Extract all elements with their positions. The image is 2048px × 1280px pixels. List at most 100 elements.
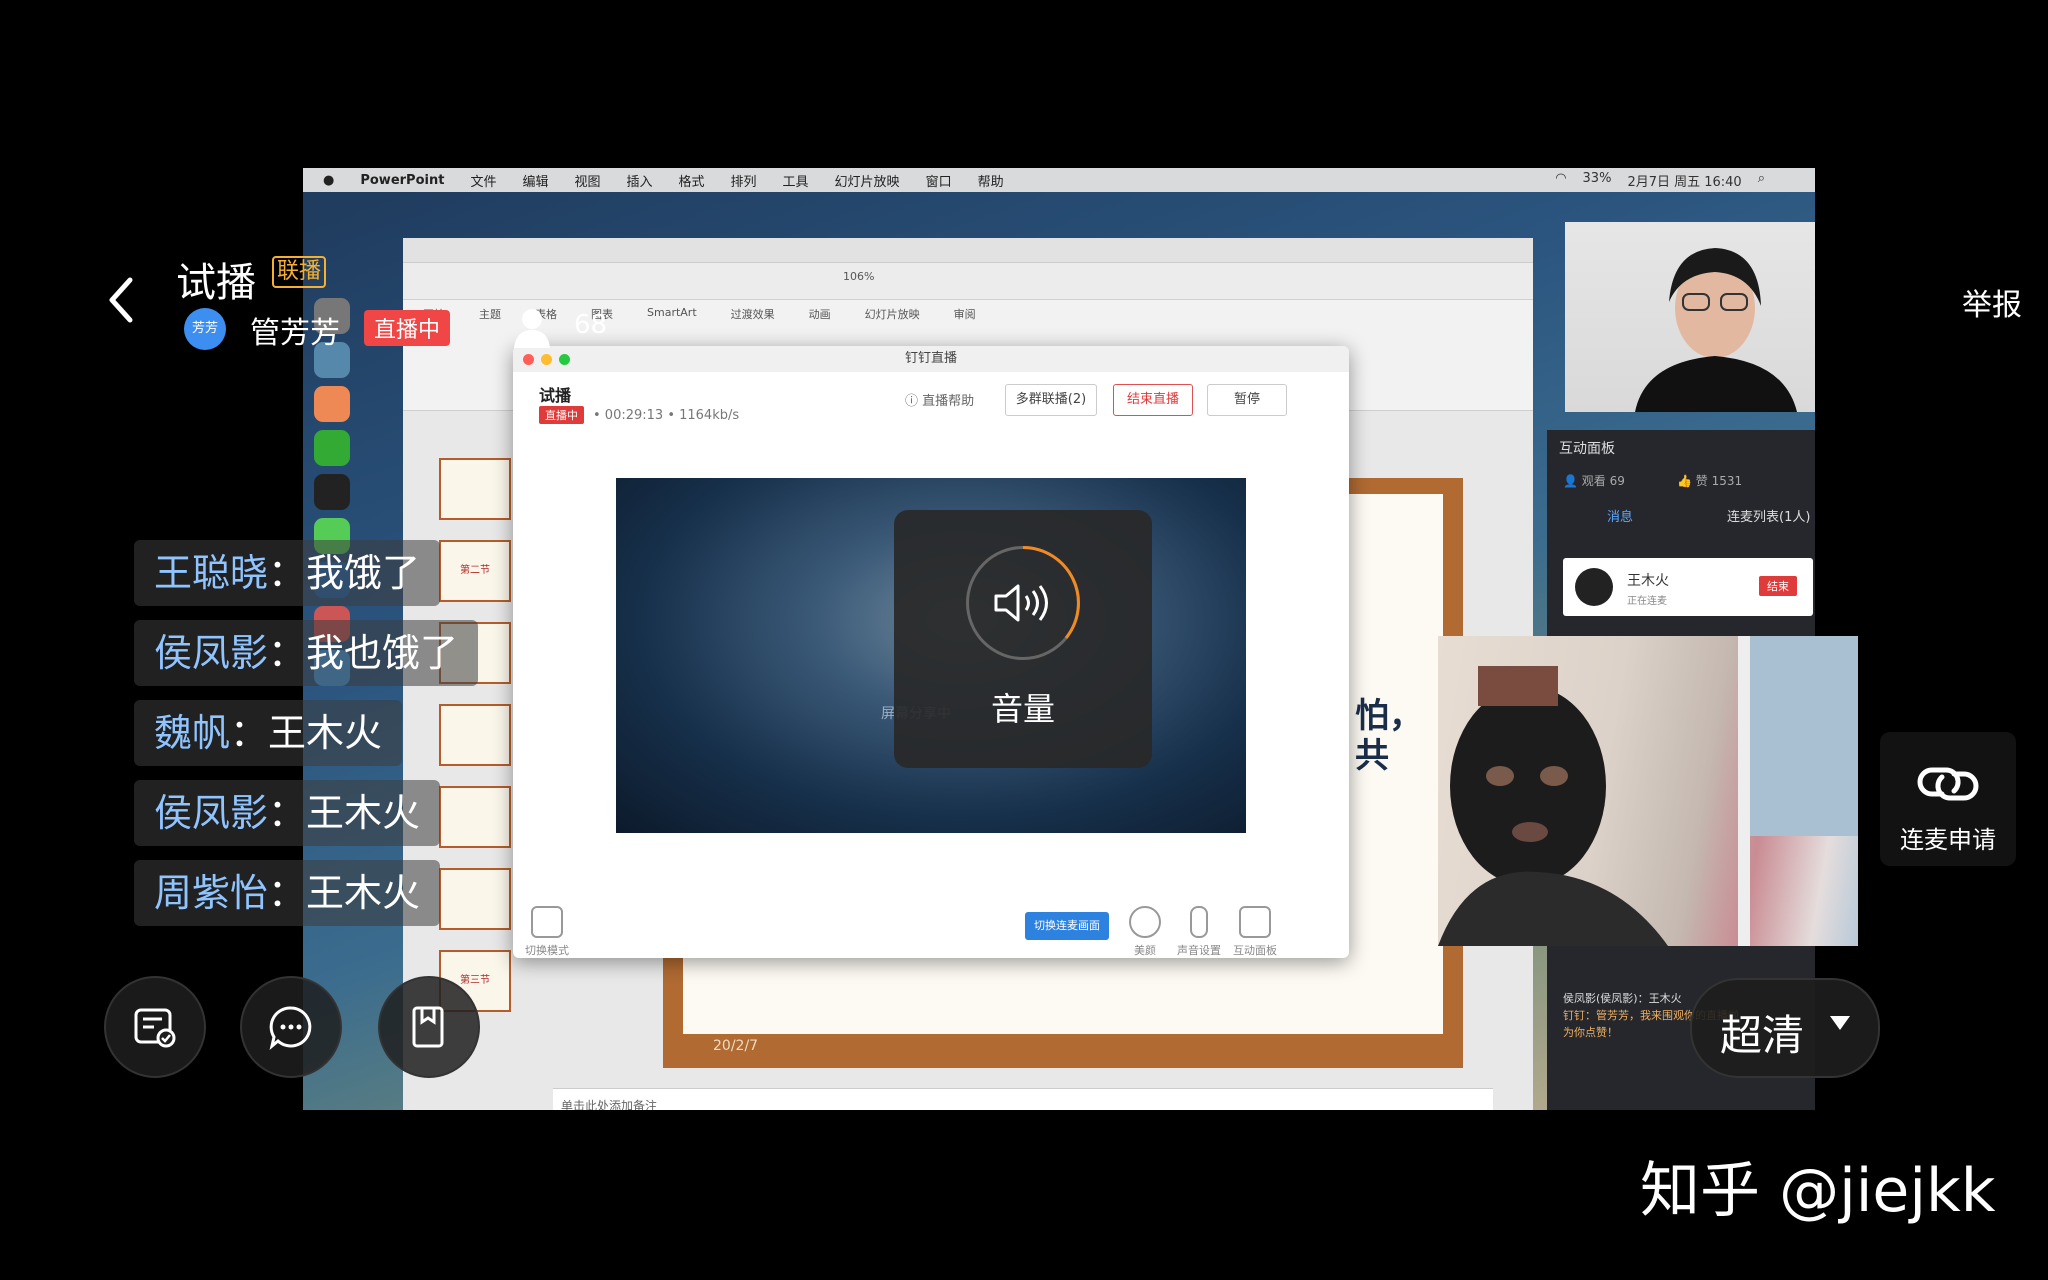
ribbon-tab-transitions[interactable]: 过渡效果 — [731, 306, 775, 322]
sound-settings-button[interactable]: 声音设置 — [1169, 906, 1229, 958]
tab-mic-list[interactable]: 连麦列表(1人) — [1727, 506, 1810, 525]
chat-text: 我也饿了 — [306, 631, 459, 675]
zoom-window-button[interactable] — [559, 354, 570, 365]
volume-level-arc — [994, 546, 1080, 639]
live-help-link[interactable]: ⓘ 直播帮助 — [905, 390, 974, 409]
guest-person-image — [1438, 636, 1858, 946]
chat-user: 王聪晓 — [154, 551, 269, 595]
host-webcam — [1565, 222, 1815, 412]
mic-user-name: 王木火 — [1627, 573, 1669, 589]
avatar[interactable]: 芳芳 — [184, 308, 226, 350]
ribbon-tab-review[interactable]: 审阅 — [954, 306, 976, 322]
wifi-icon: ◠ — [1555, 170, 1567, 186]
caret-down-icon — [1830, 1016, 1850, 1030]
audio-avatar-icon — [1575, 568, 1613, 606]
end-live-button[interactable]: 结束直播 — [1113, 384, 1193, 416]
viewer-count: 68 — [574, 310, 608, 340]
chat-separator: ： — [268, 871, 307, 915]
link-icon — [1917, 767, 1979, 801]
menu-edit: 编辑 — [522, 174, 549, 190]
ribbon-tab-smartart[interactable]: SmartArt — [647, 306, 697, 322]
guest-webcam — [1438, 636, 1858, 946]
chat-message: 魏帆：王木火 — [134, 700, 403, 766]
room-title: 试播 — [176, 260, 256, 306]
sound-settings-label: 声音设置 — [1177, 944, 1221, 957]
battery-level: 33% — [1582, 170, 1612, 186]
ppt-toolbar: 106% — [403, 263, 1533, 300]
ribbon-tab-themes[interactable]: 主题 — [479, 306, 501, 322]
menubar-clock: 2月7日 周五 16:40 — [1627, 174, 1742, 190]
switch-mode-button[interactable]: 切换模式 — [517, 906, 577, 958]
multi-group-button[interactable]: 多群联播(2) — [1005, 384, 1097, 416]
slide-thumbnail[interactable] — [439, 704, 511, 766]
likes-count: 赞 1531 — [1695, 474, 1743, 488]
tab-messages[interactable]: 消息 — [1607, 506, 1633, 525]
smile-icon — [1129, 906, 1161, 938]
speaker-icon — [994, 584, 1048, 622]
slide-thumbnail[interactable] — [439, 786, 511, 848]
panel-views: 👤 观看 69 — [1563, 474, 1625, 488]
slide-date: 20/2/7 — [713, 1038, 759, 1054]
switch-mic-screen-button[interactable]: 切换连麦画面 — [1025, 912, 1109, 940]
qq-icon — [314, 474, 350, 510]
minimize-window-button[interactable] — [541, 354, 552, 365]
apple-icon: ● — [323, 172, 335, 188]
photos-icon — [314, 386, 350, 422]
chat-message: 周紫怡：王木火 — [134, 860, 441, 926]
volume-overlay: 音量 — [894, 510, 1152, 768]
ribbon-tab-animations[interactable]: 动画 — [809, 306, 831, 322]
checklist-icon — [134, 1008, 176, 1048]
chat-message: 王聪晓：我饿了 — [134, 540, 441, 606]
live-stats: • 00:29:13 • 1164kb/s — [593, 408, 740, 423]
views-count: 观看 69 — [1581, 474, 1625, 488]
live-title: 试播 — [539, 386, 572, 405]
ppt-zoom[interactable]: 106% — [843, 270, 874, 283]
mic-apply-label: 连麦申请 — [1900, 826, 1996, 854]
bookmark-button[interactable] — [378, 976, 480, 1078]
chat-bubble-icon — [1239, 906, 1271, 938]
host-person-image — [1635, 248, 1797, 412]
notes-pane[interactable]: 单击此处添加备注 — [553, 1088, 1493, 1110]
slide-thumbnail[interactable]: 第二节 — [439, 540, 511, 602]
beauty-label: 美颜 — [1134, 944, 1156, 957]
chat-bubble-icon — [269, 1006, 312, 1050]
report-button[interactable]: 举报 — [1962, 280, 2022, 324]
watermark: 知乎 @jiejkk — [1640, 1156, 1996, 1226]
back-arrow-icon[interactable] — [100, 272, 140, 328]
live-window-titlebar: 钉钉直播 — [513, 346, 1349, 372]
checklist-button[interactable] — [104, 976, 206, 1078]
close-window-button[interactable] — [523, 354, 534, 365]
chat-separator: ： — [230, 711, 269, 755]
bookmark-icon — [412, 1006, 444, 1048]
beauty-button[interactable]: 美颜 — [1115, 906, 1175, 958]
slide-thumbnail[interactable] — [439, 868, 511, 930]
mic-user-card: 王木火 正在连麦 结束 — [1563, 558, 1813, 616]
grid-icon — [531, 906, 563, 938]
chat-user: 魏帆 — [154, 711, 231, 755]
end-mic-button[interactable]: 结束 — [1759, 576, 1797, 596]
chat-user: 周紫怡 — [154, 871, 269, 915]
spotlight-icon: ⌕ — [1757, 170, 1765, 186]
quality-selector[interactable]: 超清 — [1690, 978, 1880, 1078]
slide-thumbnails: 第二节 第三节 — [439, 458, 511, 1058]
microphone-icon — [1190, 906, 1208, 938]
chrome-icon — [314, 430, 350, 466]
mac-menubar: ● PowerPoint 文件 编辑 视图 插入 格式 排列 工具 幻灯片放映 … — [303, 168, 1815, 192]
menu-file: 文件 — [470, 174, 497, 190]
live-status-badge: 直播中 — [364, 310, 451, 346]
live-window-title: 钉钉直播 — [904, 351, 957, 366]
comment-button[interactable] — [240, 976, 342, 1078]
menu-slideshow: 幻灯片放映 — [834, 174, 900, 190]
slide-body-text: 怕， 共 — [1355, 696, 1423, 776]
chat-user: 侯凤影 — [154, 631, 269, 675]
question-icon: ⓘ — [905, 394, 923, 409]
slide-thumbnail[interactable] — [439, 458, 511, 520]
mic-apply-button[interactable]: 连麦申请 — [1880, 732, 2016, 866]
ppt-titlebar — [403, 238, 1533, 263]
interaction-panel-button[interactable]: 互动面板 — [1225, 906, 1285, 958]
pause-button[interactable]: 暂停 — [1207, 384, 1287, 416]
mic-user-status: 正在连麦 — [1627, 596, 1667, 607]
ribbon-tab-slideshow[interactable]: 幻灯片放映 — [865, 306, 920, 322]
chat-text: 我饿了 — [306, 551, 421, 595]
chat-text: 王木火 — [306, 871, 421, 915]
